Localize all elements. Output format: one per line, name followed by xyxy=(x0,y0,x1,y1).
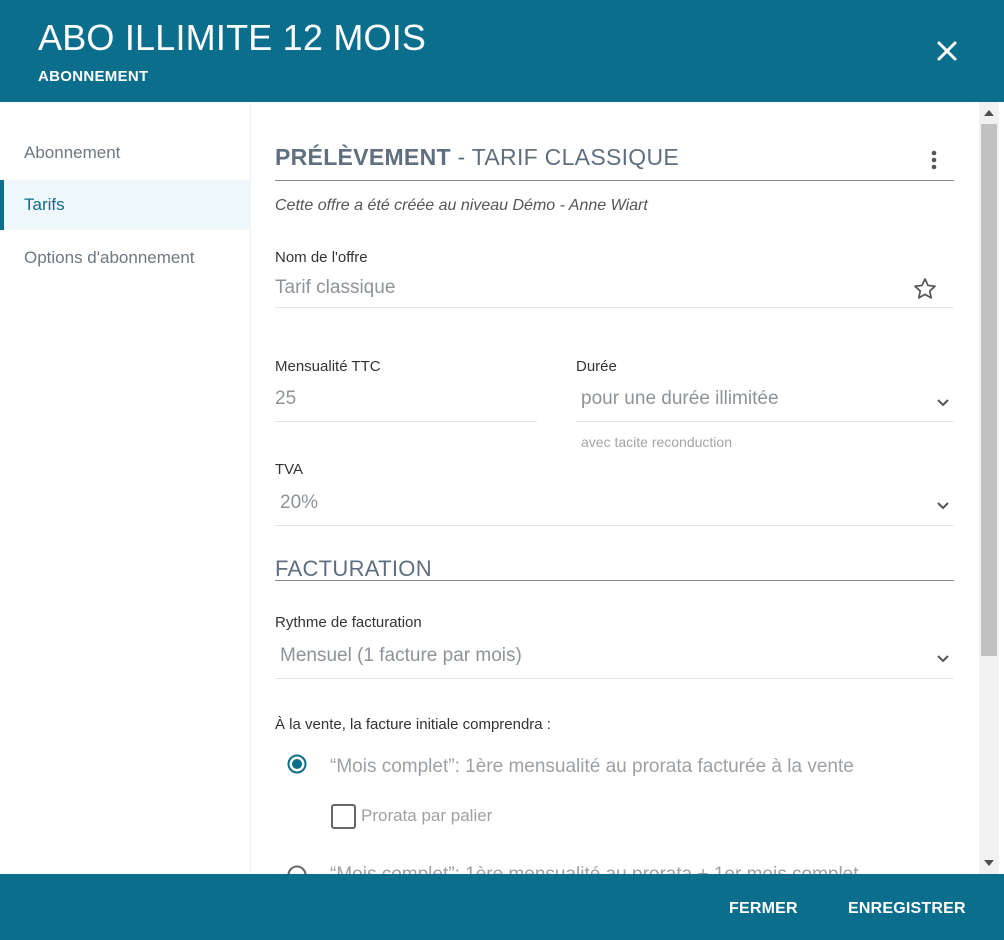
scroll-thumb[interactable] xyxy=(981,124,997,656)
offer-name-underline xyxy=(275,307,954,308)
more-vertical-icon[interactable] xyxy=(924,148,944,172)
billing-divider xyxy=(275,580,954,581)
radio-option-label[interactable]: “Mois complet”: 1ère mensualité au prora… xyxy=(330,756,854,778)
sidebar-item-options[interactable]: Options d'abonnement xyxy=(0,233,251,283)
dialog-title: ABO ILLIMITE 12 MOIS xyxy=(38,17,427,58)
offer-name-input[interactable]: Tarif classique xyxy=(275,277,895,299)
prorata-checkbox-label[interactable]: Prorata par palier xyxy=(361,806,492,826)
radio-mois-complet-plus[interactable] xyxy=(287,865,307,874)
sidebar-item-abonnement[interactable]: Abonnement xyxy=(0,128,251,178)
section-title: PRÉLÈVEMENT - TARIF CLASSIQUE xyxy=(275,144,679,171)
initial-invoice-label: À la vente, la facture initiale comprend… xyxy=(275,716,551,733)
section-title-bold: PRÉLÈVEMENT xyxy=(275,144,451,170)
section-title-rest: - TARIF CLASSIQUE xyxy=(450,144,680,170)
radio-mois-complet-prorata[interactable] xyxy=(287,754,307,774)
star-icon[interactable] xyxy=(912,276,938,302)
tva-label: TVA xyxy=(275,461,304,478)
monthly-input[interactable]: 25 xyxy=(275,388,537,410)
dialog-footer: FERMER ENREGISTRER xyxy=(0,874,1004,940)
billing-rhythm-underline xyxy=(275,678,954,679)
duration-hint: avec tacite reconduction xyxy=(581,434,732,450)
chevron-down-icon[interactable] xyxy=(935,651,951,663)
duration-underline xyxy=(576,421,954,422)
close-button[interactable]: FERMER xyxy=(729,900,798,918)
scroll-up-icon[interactable] xyxy=(984,110,994,116)
billing-rhythm-select[interactable]: Mensuel (1 facture par mois) xyxy=(280,645,920,667)
billing-rhythm-label: Rythme de facturation xyxy=(275,614,422,631)
scroll-down-icon[interactable] xyxy=(984,860,994,866)
created-note: Cette offre a été créée au niveau Démo -… xyxy=(275,197,648,214)
close-icon[interactable] xyxy=(930,34,964,68)
dialog-header: ABO ILLIMITE 12 MOIS ABONNEMENT xyxy=(0,0,1004,102)
sidebar-item-tarifs[interactable]: Tarifs xyxy=(0,180,251,230)
dialog-subtitle: ABONNEMENT xyxy=(38,68,149,85)
duration-select[interactable]: pour une durée illimitée xyxy=(581,388,921,410)
tva-select[interactable]: 20% xyxy=(280,492,920,514)
offer-name-label: Nom de l'offre xyxy=(275,249,368,266)
monthly-label: Mensualité TTC xyxy=(275,358,381,375)
content-scrollbar[interactable] xyxy=(979,102,999,874)
prorata-checkbox[interactable] xyxy=(331,804,356,829)
chevron-down-icon[interactable] xyxy=(935,395,951,407)
main-content: PRÉLÈVEMENT - TARIF CLASSIQUE Cette offr… xyxy=(252,102,978,874)
save-button[interactable]: ENREGISTRER xyxy=(848,900,966,918)
section-divider xyxy=(275,180,954,181)
tva-underline xyxy=(275,525,954,526)
billing-section-title: FACTURATION xyxy=(275,556,432,581)
monthly-underline xyxy=(275,421,537,422)
sidebar: Abonnement Tarifs Options d'abonnement xyxy=(0,102,251,874)
chevron-down-icon[interactable] xyxy=(935,498,951,510)
duration-label: Durée xyxy=(576,358,617,375)
radio-option-label[interactable]: “Mois complet”: 1ère mensualité au prora… xyxy=(330,864,859,874)
